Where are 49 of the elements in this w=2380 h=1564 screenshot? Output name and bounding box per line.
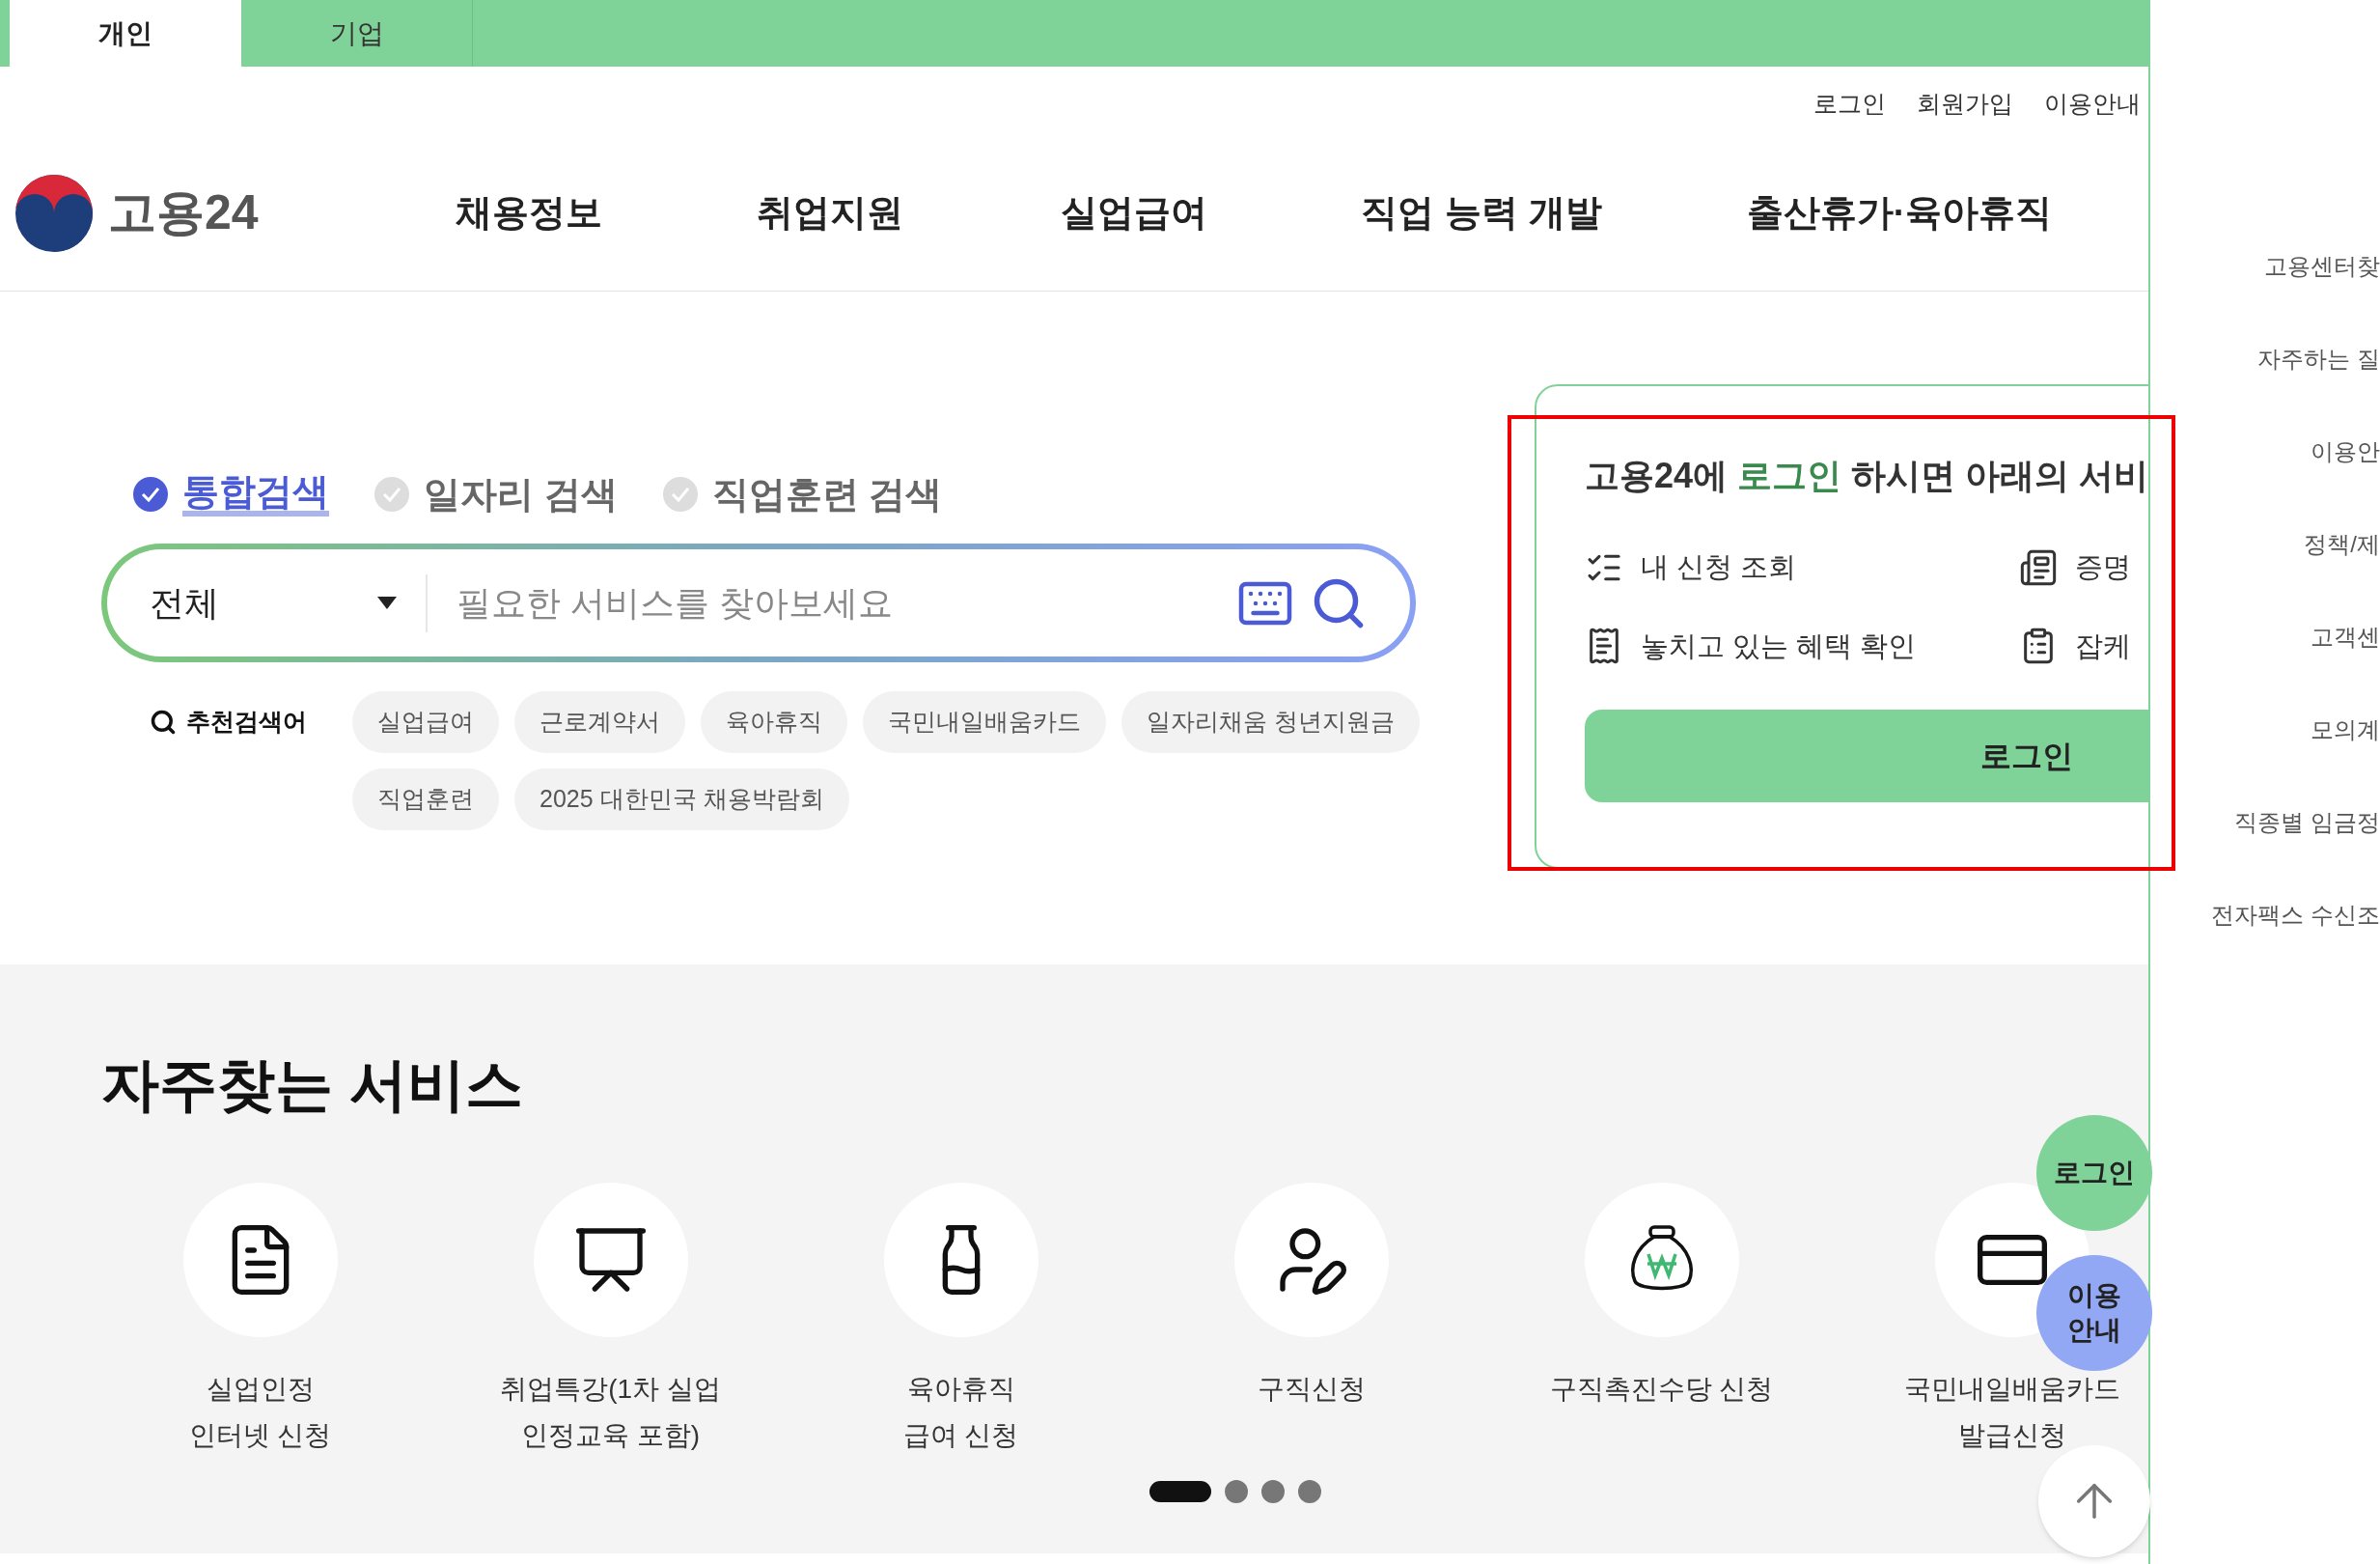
utility-link[interactable]: 로그인	[1813, 85, 1886, 123]
service-label[interactable]: 구직촉진수당 신청	[1549, 1366, 1774, 1412]
service-label[interactable]: 취업특강(1차 실업 인정교육 포함)	[500, 1366, 721, 1459]
nav-item[interactable]: 취업지원	[757, 185, 903, 240]
keyword-chip[interactable]: 2025 대한민국 채용박람회	[514, 768, 849, 830]
nav-item[interactable]: 실업급여	[1061, 185, 1207, 240]
keyword-chip[interactable]: 일자리채움 청년지원금	[1121, 691, 1420, 753]
side-menu-link[interactable]: 고객센	[2311, 620, 2380, 655]
search-tab[interactable]: 통합검색	[132, 472, 329, 517]
side-menu-link[interactable]: 전자팩스 수신조	[2211, 898, 2380, 933]
side-menu-link[interactable]: 이용안	[2311, 434, 2380, 469]
nav-item[interactable]: 직업 능력 개발	[1361, 185, 1602, 240]
side-menu-link[interactable]: 정책/제	[2304, 527, 2380, 562]
side-menu-link[interactable]: 고용센터찾	[2264, 249, 2380, 284]
keyword-chip[interactable]: 육아휴직	[701, 691, 847, 753]
search-tab[interactable]: 직업훈련 검색	[661, 475, 943, 514]
keyword-chip[interactable]: 직업훈련	[352, 768, 499, 830]
check-icon	[661, 476, 699, 513]
nav-item[interactable]: 출산휴가·육아휴직	[1746, 185, 2053, 240]
utility-link[interactable]: 회원가입	[1917, 85, 2013, 123]
service-link[interactable]: 놓치고 있는 혜택 확인	[1641, 625, 1917, 667]
login-button[interactable]: 로그인	[1585, 710, 2148, 802]
check-icon	[374, 476, 410, 513]
caret-icon	[377, 596, 397, 610]
keyword-chip[interactable]: 근로계약서	[514, 691, 685, 753]
service-link[interactable]: 내 신청 조회	[1641, 546, 1797, 589]
keyword-chip[interactable]: 실업급여	[352, 691, 499, 753]
section-title: 자주찾는 서비스	[100, 1051, 524, 1119]
check-icon	[132, 476, 169, 513]
logo-text: 고용24	[108, 184, 259, 241]
search-tab[interactable]: 일자리 검색	[374, 475, 618, 514]
logo-icon	[14, 172, 95, 254]
audience-tab[interactable]: 개인	[10, 0, 241, 67]
side-menu-link[interactable]: 모의계	[2311, 712, 2380, 747]
audience-tab[interactable]: 기업	[241, 0, 473, 67]
service-label[interactable]: 실업인정 인터넷 신청	[188, 1366, 332, 1459]
service-link[interactable]: 증명	[2075, 546, 2131, 589]
nav-item[interactable]: 채용정보	[456, 185, 602, 240]
utility-link[interactable]: 이용안내	[2044, 85, 2141, 123]
search-icon	[150, 709, 177, 736]
side-menu-link[interactable]: 직종별 임금정	[2234, 805, 2380, 840]
service-label[interactable]: 육아휴직 급여 신청	[902, 1366, 1019, 1459]
keyword-chip[interactable]: 국민내일배움카드	[863, 691, 1106, 753]
service-link[interactable]: 잡케	[2075, 625, 2131, 667]
side-menu-link[interactable]: 자주하는 질	[2257, 342, 2380, 377]
category-select[interactable]: 전체	[150, 576, 219, 629]
recommended-label: 추천검색어	[186, 707, 307, 738]
login-card-title: 고용24에 로그인 하시면 아래의 서비	[1585, 455, 2148, 497]
service-label[interactable]: 구직신청	[1257, 1366, 1366, 1412]
